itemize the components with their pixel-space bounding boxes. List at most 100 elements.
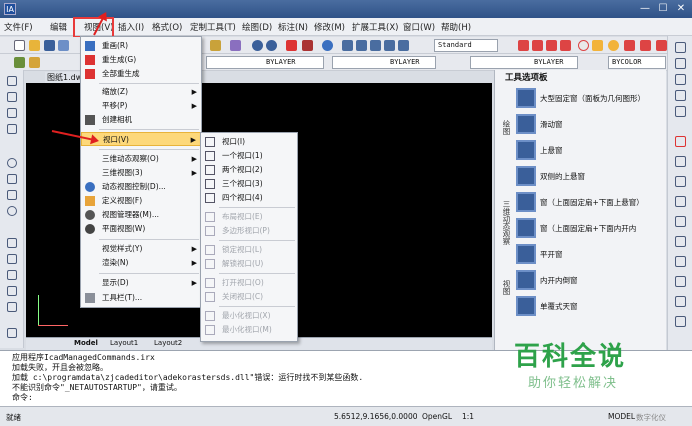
offset-icon[interactable] <box>675 90 686 101</box>
menu-insert[interactable]: 插入(I) <box>118 21 144 33</box>
xline-icon[interactable] <box>7 92 17 102</box>
menu-item-plan-view[interactable]: 平面视图(W) <box>81 222 201 236</box>
text-icon[interactable] <box>7 302 17 312</box>
menu-item-display[interactable]: 显示(D) ▶ <box>81 276 201 290</box>
menu-item-dynamic-view[interactable]: 动态视图控制(D)... <box>81 180 201 194</box>
model-space-toggle[interactable]: MODEL <box>608 412 635 421</box>
command-prompt[interactable]: 命令: <box>12 393 692 403</box>
menu-dimension[interactable]: 标注(N) <box>278 21 308 33</box>
extend-icon[interactable] <box>675 256 686 267</box>
lineweight-combo[interactable]: BYLAYER <box>470 56 578 69</box>
text-style-c-icon[interactable] <box>370 40 381 51</box>
palette-tab-view[interactable]: 视图 <box>498 280 512 295</box>
line-tool-icon[interactable] <box>592 40 603 51</box>
snap-icon[interactable] <box>7 328 17 338</box>
layer-state-icon[interactable] <box>29 57 40 68</box>
dim-arc-icon[interactable] <box>640 40 651 51</box>
layer-combo[interactable]: BYLAYER <box>206 56 324 69</box>
delete-icon[interactable] <box>286 40 297 51</box>
renderer-label[interactable]: OpenGL <box>422 412 452 421</box>
layer-manager-icon[interactable] <box>14 57 25 68</box>
line-draw-icon[interactable] <box>7 76 17 86</box>
menu-extend-tools[interactable]: 扩展工具(X) <box>352 21 398 33</box>
palette-item[interactable]: 单覆式天窗 <box>514 294 662 318</box>
text-style-a-icon[interactable] <box>342 40 353 51</box>
tab-layout1[interactable]: Layout1 <box>110 339 138 347</box>
menu-item-visual-styles[interactable]: 视觉样式(Y) ▶ <box>81 242 201 256</box>
trim-icon[interactable] <box>675 236 686 247</box>
match-prop-icon[interactable] <box>230 40 241 51</box>
ellipse-icon[interactable] <box>7 206 17 216</box>
stretch-icon[interactable] <box>675 216 686 227</box>
menu-item-redraw[interactable]: 重画(R) <box>81 39 201 53</box>
spline-icon[interactable] <box>7 190 17 200</box>
menu-help[interactable]: 帮助(H) <box>441 21 471 33</box>
palette-item[interactable]: 内开内倒窗 <box>514 268 662 292</box>
delete-red-icon[interactable] <box>675 136 686 147</box>
text-style-combo[interactable]: Standard <box>434 39 498 52</box>
palette-item[interactable]: 滑动窗 <box>514 112 662 136</box>
mirror-icon[interactable] <box>675 74 686 85</box>
text-style-b-icon[interactable] <box>356 40 367 51</box>
palette-tab-3d-orbit[interactable]: 三维动态观察 <box>498 200 512 245</box>
table-icon[interactable] <box>7 286 17 296</box>
paste-icon[interactable] <box>210 40 221 51</box>
circle-icon[interactable] <box>578 40 589 51</box>
minimize-button[interactable]: — <box>636 1 654 17</box>
redo-icon[interactable] <box>266 40 277 51</box>
submenu-item-one-viewport[interactable]: 一个视口(1) <box>201 149 297 163</box>
polyline-icon[interactable] <box>7 108 17 118</box>
submenu-item-two-viewports[interactable]: 两个视口(2) <box>201 163 297 177</box>
palette-item[interactable]: 上悬窗 <box>514 138 662 162</box>
menu-custom-tools[interactable]: 定制工具(T) <box>190 21 236 33</box>
dim-aligned-icon[interactable] <box>532 40 543 51</box>
erase-icon[interactable] <box>675 42 686 53</box>
palette-item[interactable]: 窗（上面固定扇+下面内开内 <box>514 216 662 240</box>
text-style-d-icon[interactable] <box>384 40 395 51</box>
revcloud-icon[interactable] <box>7 174 17 184</box>
circle-draw-icon[interactable] <box>7 158 17 168</box>
menu-item-view-manager[interactable]: 视图管理器(M)... <box>81 208 201 222</box>
palette-item[interactable]: 双侧的上悬窗 <box>514 164 662 188</box>
rectangle-icon[interactable] <box>7 238 17 248</box>
tab-model[interactable]: Model <box>74 339 98 347</box>
menu-item-3d-views[interactable]: 三维视图(3) ▶ <box>81 166 201 180</box>
menu-item-toolbars[interactable]: 工具栏(T)... <box>81 291 201 305</box>
new-file-icon[interactable] <box>14 40 25 51</box>
menu-modify[interactable]: 修改(M) <box>314 21 345 33</box>
text-style-e-icon[interactable] <box>398 40 409 51</box>
menu-edit[interactable]: 编辑 <box>50 21 67 33</box>
center-mark-icon[interactable] <box>608 40 619 51</box>
cut-icon[interactable] <box>302 40 313 51</box>
rotate-icon[interactable] <box>675 176 686 187</box>
menu-item-define-view[interactable]: 定义视图(F) <box>81 194 201 208</box>
submenu-item-viewports[interactable]: 视口(I) <box>201 135 297 149</box>
dim-baseline-icon[interactable] <box>546 40 557 51</box>
submenu-item-three-viewports[interactable]: 三个视口(3) <box>201 177 297 191</box>
menu-item-regen-all[interactable]: 全部重生成 <box>81 67 201 81</box>
palette-item[interactable]: 平开窗 <box>514 242 662 266</box>
dim-radius-icon[interactable] <box>656 40 667 51</box>
print-icon[interactable] <box>58 40 69 51</box>
palette-tab-draw[interactable]: 绘图 <box>498 120 512 135</box>
dim-continue-icon[interactable] <box>560 40 571 51</box>
dim-linear-icon[interactable] <box>518 40 529 51</box>
menu-item-render[interactable]: 渲染(N) ▶ <box>81 256 201 270</box>
annotation-scale[interactable]: 1:1 <box>462 412 474 421</box>
help-icon[interactable] <box>322 40 333 51</box>
copy-icon[interactable] <box>675 58 686 69</box>
menu-item-zoom[interactable]: 缩放(Z) ▶ <box>81 85 201 99</box>
color-combo[interactable]: BYCOLOR <box>608 56 666 69</box>
open-file-icon[interactable] <box>29 40 40 51</box>
chamfer-icon[interactable] <box>675 296 686 307</box>
palette-item[interactable]: 窗（上面固定扇+下面上悬窗） <box>514 190 662 214</box>
hatch-icon[interactable] <box>7 254 17 264</box>
menu-item-create-camera[interactable]: 创建相机 <box>81 113 201 127</box>
menu-file[interactable]: 文件(F) <box>4 21 33 33</box>
linetype-combo[interactable]: BYLAYER <box>332 56 436 69</box>
fillet-icon[interactable] <box>675 316 686 327</box>
palette-item[interactable]: 大型固定窗（面板为几何图形） <box>514 86 662 110</box>
menu-item-3d-orbit[interactable]: 三维动态观察(O) ▶ <box>81 152 201 166</box>
menu-item-regen[interactable]: 重生成(G) <box>81 53 201 67</box>
menu-draw[interactable]: 绘图(D) <box>242 21 272 33</box>
